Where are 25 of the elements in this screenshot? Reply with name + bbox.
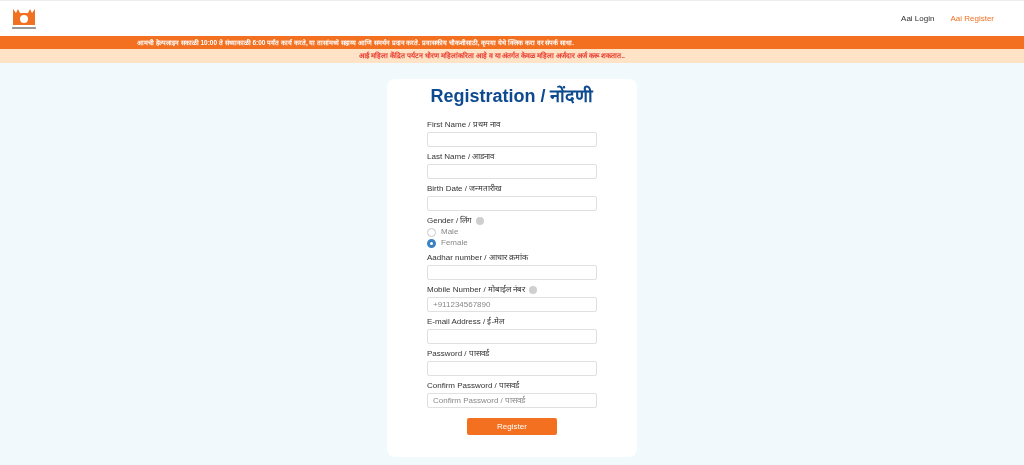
- input-field[interactable]: [427, 329, 597, 344]
- register-button[interactable]: Register: [467, 418, 557, 435]
- input-field[interactable]: Confirm Password / पासवर्ड: [427, 393, 597, 408]
- field-label: Mobile Number / मोबाईल नंबर: [427, 285, 526, 295]
- nav-link[interactable]: Aai Register: [950, 12, 994, 25]
- field-label: E-mail Address / ई-मेल: [427, 317, 505, 327]
- input-field[interactable]: [427, 132, 597, 147]
- field-label: Gender / लिंग: [427, 216, 473, 226]
- nav-link[interactable]: Aai Login: [901, 12, 935, 25]
- page-title: Registration / नोंदणी: [430, 84, 594, 108]
- radio-button[interactable]: [427, 227, 436, 237]
- input-field[interactable]: [427, 196, 597, 211]
- input-field[interactable]: [427, 361, 597, 376]
- radio-label: Female: [441, 237, 468, 249]
- field-label: Confirm Password / पासवर्ड: [427, 381, 520, 391]
- input-field[interactable]: [427, 164, 597, 179]
- radio-label: Male: [441, 226, 459, 238]
- field-label: Password / पासवर्ड: [427, 349, 489, 359]
- input-field[interactable]: [427, 265, 597, 280]
- field-label: Last Name / आडनाव: [427, 152, 495, 162]
- field-label: Aadhar number / आधार क्रमांक: [427, 253, 529, 263]
- input-field[interactable]: +911234567890: [427, 297, 597, 312]
- field-label: First Name / प्रथम नाव: [427, 120, 500, 130]
- field-label: Birth Date / जन्मतारीख: [427, 184, 503, 194]
- radio-button[interactable]: [427, 238, 436, 248]
